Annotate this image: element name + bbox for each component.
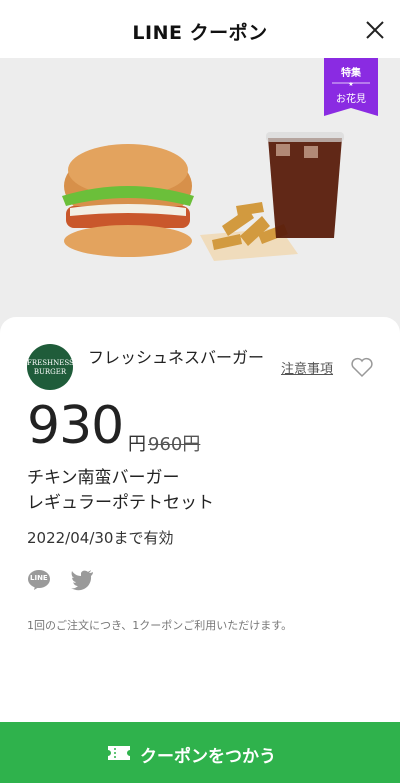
badge-label-theme: お花見 xyxy=(336,94,366,105)
original-price: 960円 xyxy=(148,434,201,455)
validity-date: 2022/04/30まで有効 xyxy=(27,529,174,547)
badge-label-feature: 特集 xyxy=(341,68,361,79)
shop-name: フレッシュネスバーガー xyxy=(88,348,265,367)
product-name-line1: チキン南蛮バーガー xyxy=(27,468,180,488)
twitter-share-icon[interactable] xyxy=(70,569,94,591)
shop-logo: FRESHNESS BURGER xyxy=(27,344,74,390)
line-share-label: LINE xyxy=(30,574,48,582)
page-title: LINE クーポン xyxy=(132,22,268,44)
coupon-hero-image: ★ 特集 お花見 xyxy=(0,58,400,343)
heart-icon[interactable] xyxy=(350,356,374,378)
line-share-icon[interactable]: LINE xyxy=(27,569,51,591)
price-unit: 円 xyxy=(128,434,146,455)
coupon-price: 930 xyxy=(27,396,124,456)
svg-text:★: ★ xyxy=(348,81,353,88)
feature-badge[interactable]: ★ 特集 お花見 xyxy=(324,58,378,116)
notice-link[interactable]: 注意事項 xyxy=(281,358,333,377)
shop-logo-text: FRESHNESS BURGER xyxy=(27,359,74,376)
product-name-line2: レギュラーポテトセット xyxy=(27,493,214,513)
close-icon[interactable] xyxy=(364,19,386,41)
product-name: チキン南蛮バーガー レギュラーポテトセット xyxy=(27,466,214,516)
usage-note: 1回のご注文につき、1クーポンご利用いただけます。 xyxy=(27,619,293,632)
ticket-icon xyxy=(108,746,130,760)
use-coupon-button[interactable]: クーポンをつかう xyxy=(0,722,400,783)
header: LINE クーポン xyxy=(0,0,400,58)
use-coupon-label: クーポンをつかう xyxy=(140,747,276,767)
